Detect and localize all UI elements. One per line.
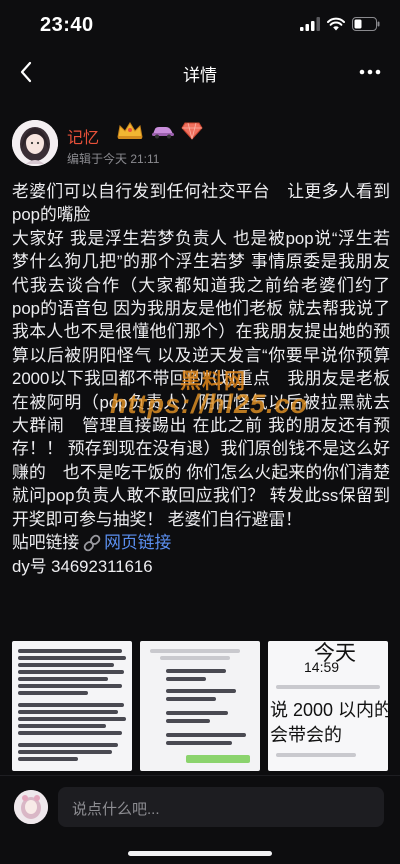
wifi-icon [327,17,345,31]
thumb3-text-2: 14:59 [304,659,340,675]
author-avatar[interactable] [12,120,58,166]
crown-badge-icon [117,122,143,139]
link-icon [83,534,101,552]
more-dots-icon [359,69,381,75]
tieba-label: 贴吧链接 [12,533,80,553]
thumb3-text-3: 说 2000 以内的 [270,700,388,720]
tieba-link-line: 贴吧链接 网页链接 [12,531,390,554]
comment-bar: 说点什么吧... [0,782,400,842]
nav-bar: 详情 [0,50,400,94]
badges [115,121,203,141]
comment-input[interactable]: 说点什么吧... [58,787,384,827]
image-grid: 今天 14:59 说 2000 以内的 会带会的 [12,641,388,773]
diamond-badge-icon [181,122,203,140]
status-icons [300,17,380,31]
douyin-id: dy号 34692311616 [12,556,153,576]
divider [0,775,400,776]
home-indicator [128,851,272,856]
user-avatar-illustration [14,790,48,824]
status-time: 23:40 [40,14,94,36]
signal-icon [300,17,320,31]
thumb3-text-4: 会带会的 [270,725,342,745]
comment-placeholder: 说点什么吧... [72,801,160,818]
web-link[interactable]: 网页链接 [104,531,171,554]
edit-time: 编辑于今天 21:11 [67,152,160,166]
page-title: 详情 [183,66,217,85]
image-thumbnail-3[interactable]: 今天 14:59 说 2000 以内的 会带会的 [268,641,388,771]
avatar-illustration [12,120,58,166]
image-thumbnail-2[interactable] [140,641,260,771]
battery-icon [352,17,380,31]
car-badge-icon [152,127,174,139]
post-body: 老婆们可以自行发到任何社交平台 让更多人看到pop的嘴脸 大家好 我是浮生若梦负… [12,180,400,578]
image-thumbnail-1[interactable] [12,641,132,771]
post-paragraph-2: 大家好 我是浮生若梦负责人 也是被pop说“浮生若梦什么狗几把”的那个浮生若梦 … [12,228,400,529]
post-paragraph-1: 老婆们可以自行发到任何社交平台 让更多人看到pop的嘴脸 [12,182,390,225]
status-bar: 23:40 [0,0,400,50]
user-avatar[interactable] [14,790,48,824]
post-header: 记忆 编辑于今天 21:11 [12,118,388,172]
more-button[interactable] [354,56,386,88]
author-name[interactable]: 记忆 [67,124,99,148]
